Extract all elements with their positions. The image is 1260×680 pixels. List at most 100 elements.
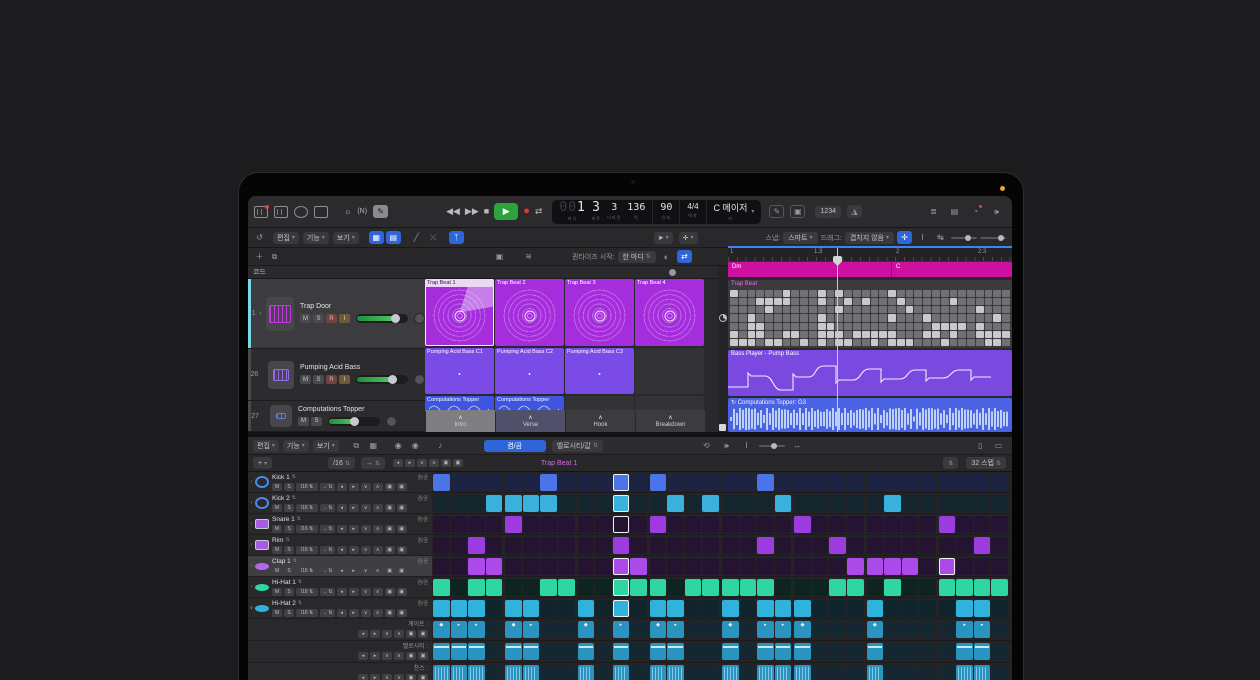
subrow-ctl-icon[interactable]: ▣ — [418, 674, 428, 680]
step-cell[interactable] — [991, 474, 1008, 491]
clear-row-icon[interactable]: ▣ — [441, 459, 451, 467]
step-cell[interactable] — [939, 665, 956, 680]
row-header[interactable]: ›Kick 2⇅켬/끔MS/16 ⇅→ ⇅◂▸∨∧▣▣ — [248, 493, 432, 514]
row-down-icon[interactable]: ∨ — [361, 483, 371, 491]
step-cell[interactable]: ◆ — [578, 621, 595, 638]
row-up-icon[interactable]: ∧ — [373, 567, 383, 575]
row-up-icon[interactable]: ∧ — [373, 483, 383, 491]
step-cell[interactable] — [829, 600, 846, 617]
step-cell[interactable] — [757, 579, 774, 596]
step-cell[interactable]: ◆ — [505, 621, 522, 638]
loop-cell[interactable]: Trap Beat 4 — [635, 279, 704, 346]
step-cell[interactable] — [974, 579, 991, 596]
row-updown-icon[interactable]: ⇅ — [292, 474, 296, 480]
row-nudge-left-icon[interactable]: ◂ — [337, 504, 347, 512]
step-cell[interactable] — [468, 579, 485, 596]
step-cell[interactable] — [991, 516, 1008, 533]
row-up-icon[interactable]: ∧ — [373, 609, 383, 617]
step-cell[interactable] — [505, 474, 522, 491]
drag-select[interactable]: 겹치지 않음▾ — [845, 232, 894, 244]
loop-cell[interactable]: Pumping Acid Bass C2 — [495, 348, 564, 394]
row-mute-button[interactable]: M — [272, 588, 282, 596]
step-cell[interactable] — [613, 558, 630, 575]
step-cell[interactable] — [595, 558, 612, 575]
row-mute-button[interactable]: M — [272, 567, 282, 575]
track-header-trap-door[interactable]: 1›Trap DoorMSRI — [248, 279, 425, 349]
step-cell[interactable] — [867, 600, 884, 617]
step-cell[interactable] — [847, 474, 864, 491]
count-icon[interactable]: (N) — [357, 208, 367, 215]
subrow-ctl-icon[interactable]: ∨ — [382, 674, 392, 680]
step-cell[interactable] — [794, 643, 811, 660]
step-cell[interactable] — [486, 665, 503, 680]
row-header[interactable]: ›Kick 1⇅켬/끔MS/16 ⇅→ ⇅◂▸∨∧▣▣ — [248, 472, 432, 493]
step-cell[interactable] — [757, 495, 774, 512]
snap-select[interactable]: 스마트▾ — [783, 232, 817, 244]
step-cell[interactable] — [884, 600, 901, 617]
step-cell[interactable] — [956, 495, 973, 512]
step-cell[interactable] — [722, 665, 739, 680]
crossfade-icon[interactable]: ◐ — [659, 250, 674, 263]
step-cell[interactable] — [595, 537, 612, 554]
volume-slider[interactable] — [328, 417, 380, 426]
step-cell[interactable] — [558, 643, 575, 660]
step-cell[interactable] — [451, 495, 468, 512]
secondary-tool-select[interactable]: ✛▾ — [679, 232, 698, 244]
subrow-ctl-icon[interactable]: ∨ — [382, 630, 392, 638]
step-cell[interactable] — [867, 516, 884, 533]
row-disclosure-icon[interactable]: › — [248, 584, 255, 590]
row-solo-button[interactable]: S — [284, 483, 294, 491]
subrow-ctl-icon[interactable]: ∧ — [394, 674, 404, 680]
step-cell[interactable] — [540, 579, 557, 596]
alerts-bell-icon[interactable]: ◔ — [968, 205, 983, 218]
step-cell[interactable]: ▸ — [451, 621, 468, 638]
step-cell[interactable] — [974, 558, 991, 575]
step-cell[interactable] — [919, 537, 936, 554]
step-cell[interactable] — [775, 579, 792, 596]
row-up-icon[interactable]: ∧ — [373, 588, 383, 596]
seq-menu-2[interactable]: 보기▾ — [313, 440, 339, 452]
step-cell[interactable] — [702, 600, 719, 617]
step-cell[interactable] — [919, 516, 936, 533]
nudge-left-icon[interactable]: ◂ — [393, 459, 403, 467]
row-solo-button[interactable]: S — [284, 588, 294, 596]
row-updown-icon[interactable]: ⇅ — [292, 495, 296, 501]
step-cell[interactable] — [919, 579, 936, 596]
steps-count-select[interactable]: 32 스텝⇅ — [966, 457, 1006, 469]
step-cell[interactable] — [740, 495, 757, 512]
grid-stop-icon[interactable] — [719, 424, 726, 431]
row-nudge-right-icon[interactable]: ▸ — [349, 504, 359, 512]
row-random-icon[interactable]: ▣ — [397, 525, 407, 533]
step-cell[interactable] — [486, 537, 503, 554]
step-cell[interactable] — [650, 516, 667, 533]
row-mute-button[interactable]: M — [272, 546, 282, 554]
row-nudge-left-icon[interactable]: ◂ — [337, 588, 347, 596]
track-header-pumping-acid-bass[interactable]: 26Pumping Acid BassMSRI — [248, 349, 425, 401]
row-nudge-left-icon[interactable]: ◂ — [337, 567, 347, 575]
row-mute-button[interactable]: M — [272, 525, 282, 533]
subrow-ctl-icon[interactable]: ▣ — [406, 674, 416, 680]
cell-edit-icon[interactable]: ▣ — [492, 250, 507, 263]
row-clear-icon[interactable]: ▣ — [385, 525, 395, 533]
row-up-icon[interactable]: ∧ — [373, 546, 383, 554]
step-cell[interactable] — [884, 495, 901, 512]
step-cell[interactable] — [956, 643, 973, 660]
step-cell[interactable] — [775, 516, 792, 533]
step-cell[interactable] — [613, 495, 630, 512]
step-cell[interactable] — [433, 643, 450, 660]
step-cell[interactable] — [974, 537, 991, 554]
step-cell[interactable] — [847, 516, 864, 533]
step-cell[interactable] — [902, 579, 919, 596]
scissors-icon[interactable]: ⤫ — [426, 231, 441, 244]
row-playmode-select[interactable]: → ⇅ — [320, 588, 335, 596]
panel-narrow-icon[interactable]: ▯ — [973, 439, 988, 452]
step-cell[interactable] — [991, 643, 1008, 660]
row-random-icon[interactable]: ▣ — [397, 588, 407, 596]
step-cell[interactable] — [812, 558, 829, 575]
step-cell[interactable] — [722, 558, 739, 575]
pan-knob[interactable] — [414, 313, 425, 324]
step-cell[interactable] — [451, 665, 468, 680]
step-cell[interactable] — [558, 600, 575, 617]
pencil-tool-button[interactable]: ✎ — [373, 205, 388, 218]
step-cell[interactable] — [939, 621, 956, 638]
